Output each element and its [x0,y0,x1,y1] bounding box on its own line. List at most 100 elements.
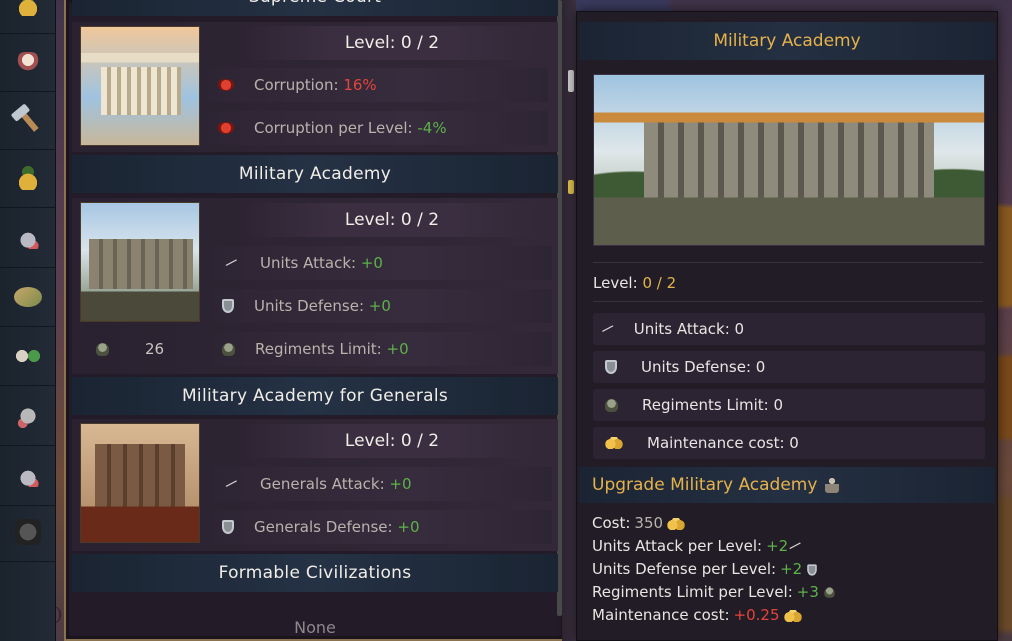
helmet-icon [824,587,835,598]
tooltip-row-label: Units Defense: 0 [641,358,766,376]
shield-icon [222,299,234,313]
shield-icon [222,520,234,534]
corruption-per-level-value: -4% [417,119,447,137]
generals-attack-label: Generals Attack: [260,475,385,493]
divider [593,262,983,263]
upgrade-cost-line: Cost: 350 [592,512,836,535]
generals-academy-card[interactable]: Level: 0 / 2 / Generals Attack: +0 Gener… [72,419,558,551]
coins-icon [667,517,686,530]
tooltip-title: Military Academy [579,22,995,60]
supreme-court-image [80,26,200,146]
stone-icon[interactable] [0,512,56,562]
units-defense-value: +0 [368,297,391,315]
upgrade-regiments-value: +3 [796,583,819,601]
tooltip-units-defense-row: Units Defense: 0 [593,351,985,383]
fortress-icon[interactable] [0,218,56,268]
upgrade-defense-line: Units Defense per Level: +2 [592,558,836,581]
formable-civilizations-header: Formable Civilizations [72,554,558,592]
shield-icon [605,360,617,374]
corruption-per-level-label: Corruption per Level: [254,119,413,137]
regiments-count-value: 26 [145,340,165,358]
building-tooltip: Military Academy Level: 0 / 2 / Units At… [576,11,998,641]
units-defense-label: Units Defense: [254,297,365,315]
hammer-icon[interactable] [0,100,56,150]
building-icon[interactable] [0,456,56,506]
sword-icon: / [223,476,239,492]
upgrade-attack-line: Units Attack per Level: +2 / [592,535,836,558]
upgrade-title: Upgrade Military Academy [592,475,818,495]
corruption-per-level-stat: Corruption per Level: -4% [208,111,548,145]
upgrade-maintenance-label: Maintenance cost: [592,606,730,624]
generals-academy-image [80,423,200,543]
sword-icon: / [600,321,615,337]
tooltip-building-image [593,74,985,246]
army-icon[interactable] [0,396,56,446]
units-attack-value: +0 [360,254,383,272]
corruption-stat: Corruption: 16% [208,68,548,102]
generals-defense-value: +0 [397,518,420,536]
regiments-limit-stat: Regiments Limit: +0 [212,332,552,366]
tent-icon[interactable] [0,42,56,92]
upgrade-maintenance-value: +0.25 [733,606,780,624]
tooltip-level-label: Level: [593,274,638,292]
upgrade-attack-label: Units Attack per Level: [592,537,763,555]
tooltip-level-value: 0 / 2 [642,274,677,292]
corruption-value: 16% [343,76,377,94]
tooltip-row-label: Maintenance cost: 0 [647,434,799,452]
upgrade-cost-label: Cost: [592,514,631,532]
generals-academy-header: Military Academy for Generals [72,377,558,415]
generals-academy-level: Level: 0 / 2 [242,424,542,458]
upgrade-defense-label: Units Defense per Level: [592,560,777,578]
generals-attack-stat: / Generals Attack: +0 [212,467,552,501]
coins-icon [605,437,623,449]
generals-defense-stat: Generals Defense: +0 [212,510,552,544]
money-bag-icon[interactable] [0,158,56,208]
helmet-icon [222,342,235,356]
tooltip-units-attack-row: / Units Attack: 0 [593,313,985,345]
upgrade-regiments-line: Regiments Limit per Level: +3 [592,581,836,604]
supreme-court-card[interactable]: Level: 0 / 2 Corruption: 16% Corruption … [72,22,558,152]
generals-attack-value: +0 [389,475,412,493]
sword-icon: / [223,255,239,271]
panel-frame-edge [562,0,576,641]
upgrade-cost-value: 350 [634,514,664,532]
formable-none-text: None [294,618,336,637]
generals-defense-label: Generals Defense: [254,518,393,536]
helmet-icon [96,342,109,356]
upgrade-details: Cost: 350 Units Attack per Level: +2 / U… [592,512,836,627]
supreme-court-header: Supreme Court [72,0,558,16]
supreme-court-level: Level: 0 / 2 [242,26,542,60]
tooltip-row-label: Units Attack: 0 [633,320,745,338]
corruption-label: Corruption: [254,76,339,94]
military-academy-header: Military Academy [72,155,558,193]
buildings-panel: Supreme Court Level: 0 / 2 Corruption: 1… [64,0,566,641]
ruby-icon [218,79,234,91]
units-attack-label: Units Attack: [260,254,357,272]
military-academy-image [80,202,200,322]
military-academy-level: Level: 0 / 2 [242,203,542,237]
upgrade-regiments-label: Regiments Limit per Level: [592,583,793,601]
left-sidebar [0,0,56,641]
tooltip-regiments-limit-row: Regiments Limit: 0 [593,389,985,421]
tooltip-row-label: Regiments Limit: 0 [642,396,784,414]
crown-icon[interactable] [0,0,56,34]
military-academy-card[interactable]: Level: 0 / 2 / Units Attack: +0 Units De… [72,198,558,374]
helmet-icon [605,398,618,412]
upgrade-attack-value: +2 [766,537,789,555]
shield-icon [807,563,817,576]
map-scroll-icon[interactable] [0,277,56,327]
regiments-limit-label: Regiments Limit: [255,340,382,358]
regiments-limit-value: +0 [386,340,409,358]
diplomats-icon[interactable] [0,336,56,386]
units-defense-stat: Units Defense: +0 [212,289,552,323]
divider [593,301,983,302]
upgrade-defense-value: +2 [780,560,803,578]
tooltip-maintenance-row: Maintenance cost: 0 [593,427,985,459]
ruby-icon [218,122,234,134]
soldier-icon [825,477,840,493]
regiments-count: 26 [72,332,208,366]
upgrade-maintenance-line: Maintenance cost: +0.25 [592,604,836,627]
units-attack-stat: / Units Attack: +0 [212,246,552,280]
tooltip-level: Level: 0 / 2 [593,274,676,292]
upgrade-header: Upgrade Military Academy [579,467,995,503]
